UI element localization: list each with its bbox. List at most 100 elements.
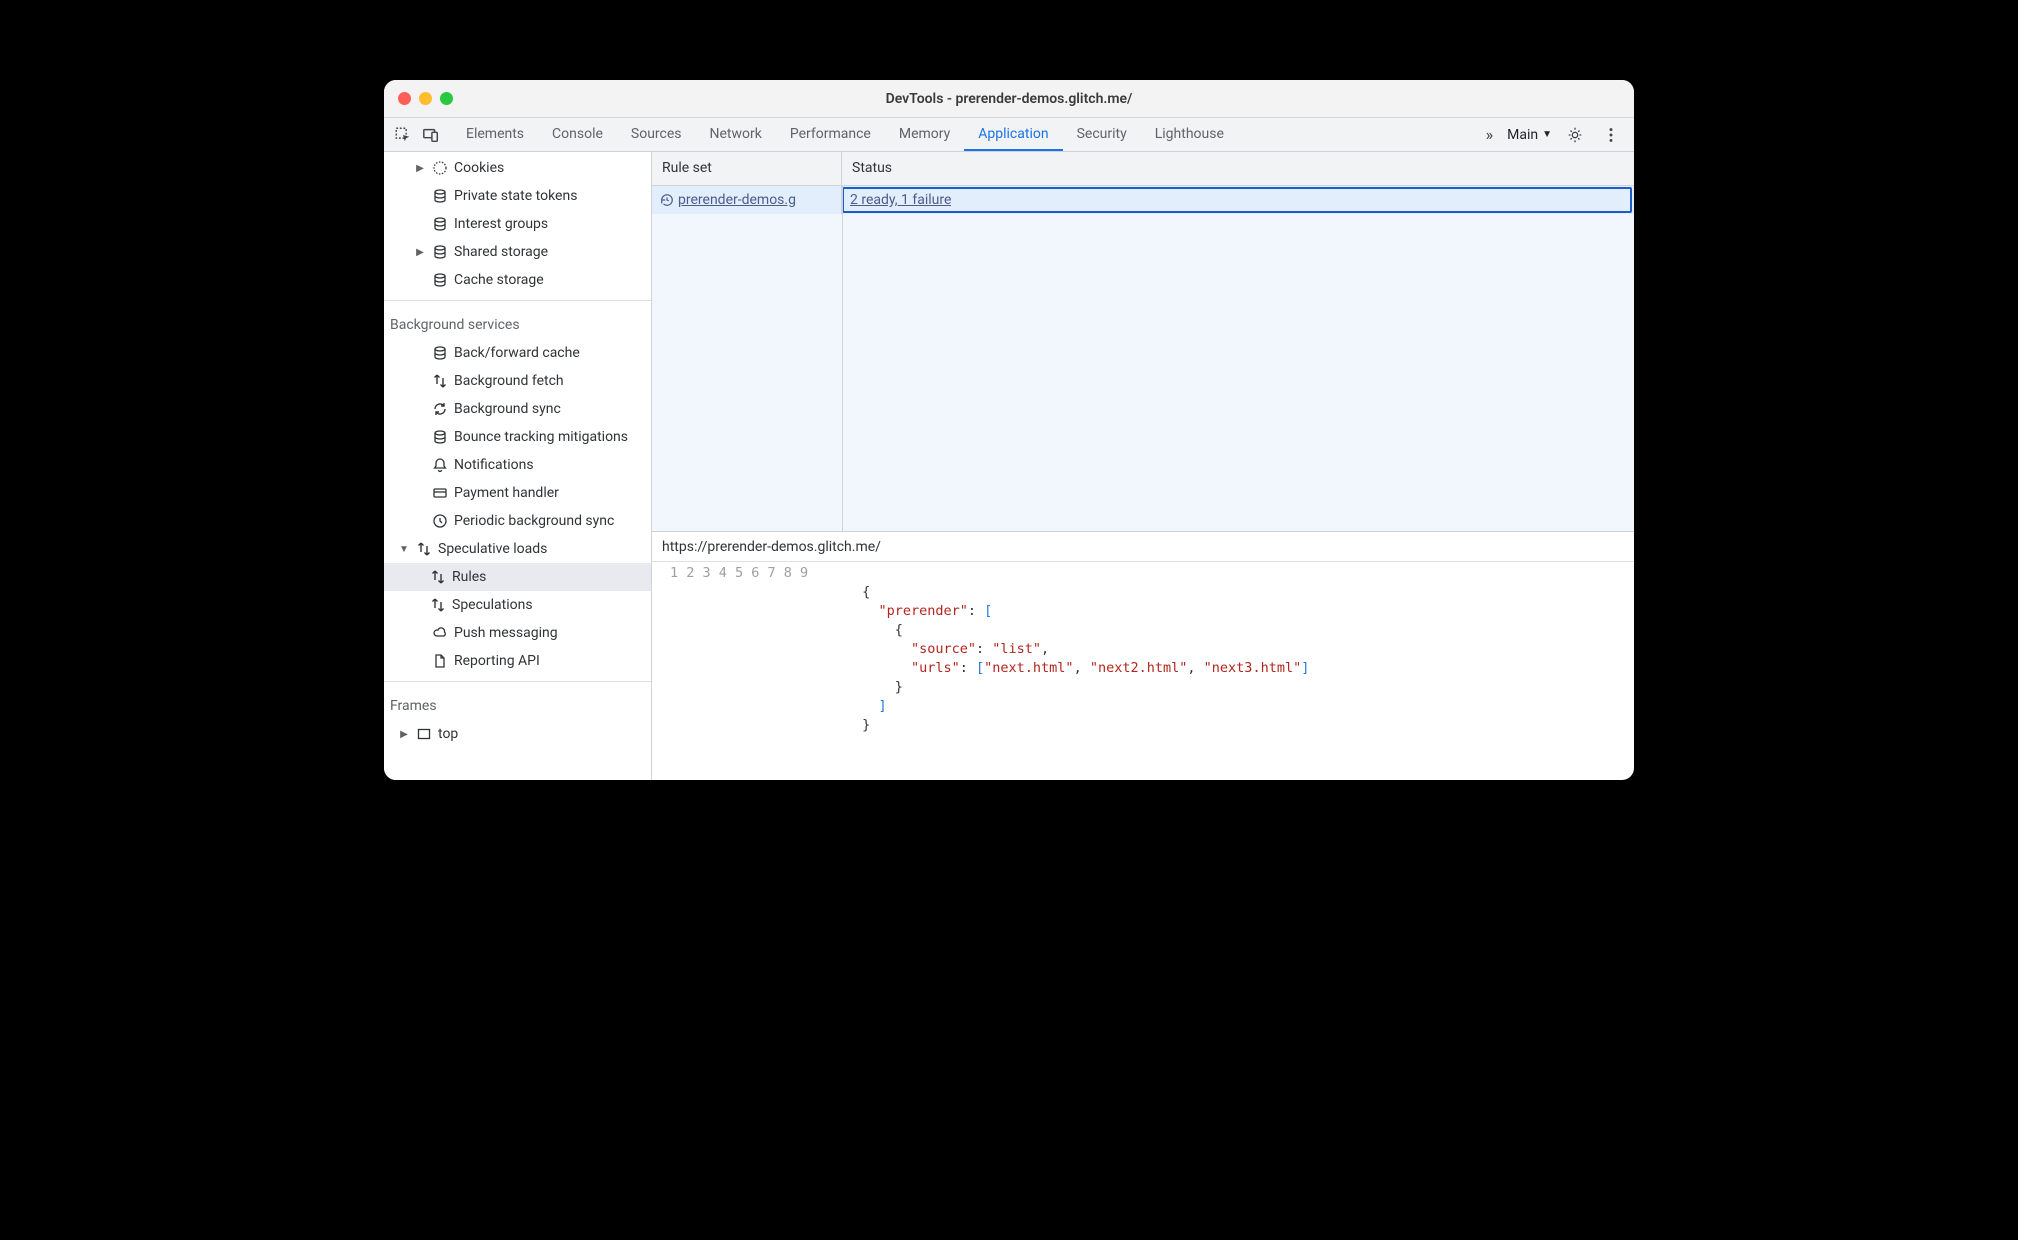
tab-label: Network xyxy=(710,126,762,142)
tab-label: Elements xyxy=(466,126,524,142)
transfer-icon xyxy=(430,597,446,613)
table-body: prerender-demos.g 2 ready, 1 failure xyxy=(652,186,1634,531)
document-icon xyxy=(432,653,448,669)
column-header-ruleset[interactable]: Rule set xyxy=(652,152,842,185)
tab-sources[interactable]: Sources xyxy=(617,118,696,151)
database-icon xyxy=(432,216,448,232)
tab-console[interactable]: Console xyxy=(538,118,617,151)
tab-memory[interactable]: Memory xyxy=(885,118,964,151)
rules-table: Rule set Status prerender-demos.g 2 xyxy=(652,152,1634,532)
close-window-button[interactable] xyxy=(398,92,411,105)
traffic-lights xyxy=(398,92,453,105)
sidebar-item-speculative-loads[interactable]: ▼ Speculative loads xyxy=(384,535,651,563)
sidebar-item-rules[interactable]: Rules xyxy=(384,563,651,591)
sidebar-item-background-sync[interactable]: Background sync xyxy=(384,395,651,423)
tab-label: Application xyxy=(978,126,1048,142)
sidebar-item-cache-storage[interactable]: Cache storage xyxy=(384,266,651,294)
database-icon xyxy=(432,345,448,361)
sidebar-item-payment-handler[interactable]: Payment handler xyxy=(384,479,651,507)
tab-elements[interactable]: Elements xyxy=(452,118,538,151)
collapse-arrow-icon: ▼ xyxy=(398,544,410,555)
table-row[interactable]: prerender-demos.g 2 ready, 1 failure xyxy=(652,186,1634,214)
clock-icon xyxy=(432,513,448,529)
sidebar-item-bounce-tracking[interactable]: Bounce tracking mitigations xyxy=(384,423,651,451)
tab-label: Lighthouse xyxy=(1155,126,1224,142)
sidebar-item-bf-cache[interactable]: Back/forward cache xyxy=(384,339,651,367)
settings-gear-icon[interactable] xyxy=(1562,122,1588,148)
sidebar-item-label: Private state tokens xyxy=(454,188,577,204)
status-link[interactable]: 2 ready, 1 failure xyxy=(850,192,951,208)
sidebar-item-label: Back/forward cache xyxy=(454,345,580,361)
sidebar-divider xyxy=(384,681,651,682)
column-header-status[interactable]: Status xyxy=(842,152,1634,185)
expand-arrow-icon: ▶ xyxy=(414,247,426,258)
sidebar-item-background-fetch[interactable]: Background fetch xyxy=(384,367,651,395)
context-label: Main xyxy=(1507,127,1538,143)
sidebar-divider xyxy=(384,300,651,301)
sidebar-item-cookies[interactable]: ▶ Cookies xyxy=(384,154,651,182)
sidebar-item-label: Speculative loads xyxy=(438,541,547,557)
tab-network[interactable]: Network xyxy=(696,118,776,151)
sidebar-item-label: Periodic background sync xyxy=(454,513,614,529)
sidebar-section-frames: Frames xyxy=(384,688,651,720)
tab-security[interactable]: Security xyxy=(1063,118,1141,151)
transfer-icon xyxy=(430,569,446,585)
tab-application[interactable]: Application xyxy=(964,118,1062,151)
sidebar-item-label: Payment handler xyxy=(454,485,559,501)
sidebar-item-interest-groups[interactable]: Interest groups xyxy=(384,210,651,238)
sidebar-item-label: Cache storage xyxy=(454,272,544,288)
sidebar-item-push-messaging[interactable]: Push messaging xyxy=(384,619,651,647)
sidebar-item-frame-top[interactable]: ▶ top xyxy=(384,720,651,748)
frame-icon xyxy=(416,726,432,742)
transfer-icon xyxy=(432,373,448,389)
zoom-window-button[interactable] xyxy=(440,92,453,105)
transfer-icon xyxy=(416,541,432,557)
sidebar-item-label: Push messaging xyxy=(454,625,558,641)
sidebar-item-notifications[interactable]: Notifications xyxy=(384,451,651,479)
devtools-tabbar: Elements Console Sources Network Perform… xyxy=(384,118,1634,152)
database-icon xyxy=(432,244,448,260)
sidebar-item-private-state-tokens[interactable]: Private state tokens xyxy=(384,182,651,210)
ruleset-link[interactable]: prerender-demos.g xyxy=(678,192,796,208)
sidebar-item-label: Rules xyxy=(452,569,486,585)
cloud-icon xyxy=(432,625,448,641)
tab-lighthouse[interactable]: Lighthouse xyxy=(1141,118,1238,151)
minimize-window-button[interactable] xyxy=(419,92,432,105)
sidebar-item-label: Background sync xyxy=(454,401,561,417)
sidebar-item-label: Bounce tracking mitigations xyxy=(454,429,628,445)
detail-url: https://prerender-demos.glitch.me/ xyxy=(652,532,1634,562)
more-menu-icon[interactable] xyxy=(1598,122,1624,148)
cookie-icon xyxy=(432,160,448,176)
window-title: DevTools - prerender-demos.glitch.me/ xyxy=(384,91,1634,107)
database-icon xyxy=(432,272,448,288)
credit-card-icon xyxy=(432,485,448,501)
sidebar-section-background-services: Background services xyxy=(384,307,651,339)
clock-back-icon xyxy=(660,193,674,207)
tabs-overflow-button[interactable]: » xyxy=(1482,122,1498,148)
column-divider[interactable] xyxy=(842,186,843,531)
sidebar-item-shared-storage[interactable]: ▶ Shared storage xyxy=(384,238,651,266)
database-icon xyxy=(432,429,448,445)
sidebar-item-label: Background fetch xyxy=(454,373,564,389)
bell-icon xyxy=(432,457,448,473)
chevron-down-icon: ▼ xyxy=(1542,129,1552,140)
sidebar-item-label: top xyxy=(438,726,458,742)
context-selector[interactable]: Main ▼ xyxy=(1507,127,1552,143)
tab-label: Sources xyxy=(631,126,682,142)
tab-performance[interactable]: Performance xyxy=(776,118,885,151)
sidebar-item-speculations[interactable]: Speculations xyxy=(384,591,651,619)
devtools-tabs: Elements Console Sources Network Perform… xyxy=(452,118,1238,151)
sidebar-item-label: Shared storage xyxy=(454,244,548,260)
sidebar-item-label: Interest groups xyxy=(454,216,548,232)
inspect-element-icon[interactable] xyxy=(390,122,416,148)
code-content: { "prerender": [ { "source": "list", "ur… xyxy=(816,564,1309,778)
sidebar-item-reporting-api[interactable]: Reporting API xyxy=(384,647,651,675)
code-editor[interactable]: 1 2 3 4 5 6 7 8 9 { "prerender": [ { "so… xyxy=(652,562,1634,780)
device-toolbar-icon[interactable] xyxy=(418,122,444,148)
sidebar-item-label: Speculations xyxy=(452,597,533,613)
sidebar-item-periodic-sync[interactable]: Periodic background sync xyxy=(384,507,651,535)
application-sidebar: ▶ Cookies Private state tokens Interest … xyxy=(384,152,652,780)
tab-label: Security xyxy=(1077,126,1127,142)
database-icon xyxy=(432,188,448,204)
tab-label: Performance xyxy=(790,126,871,142)
